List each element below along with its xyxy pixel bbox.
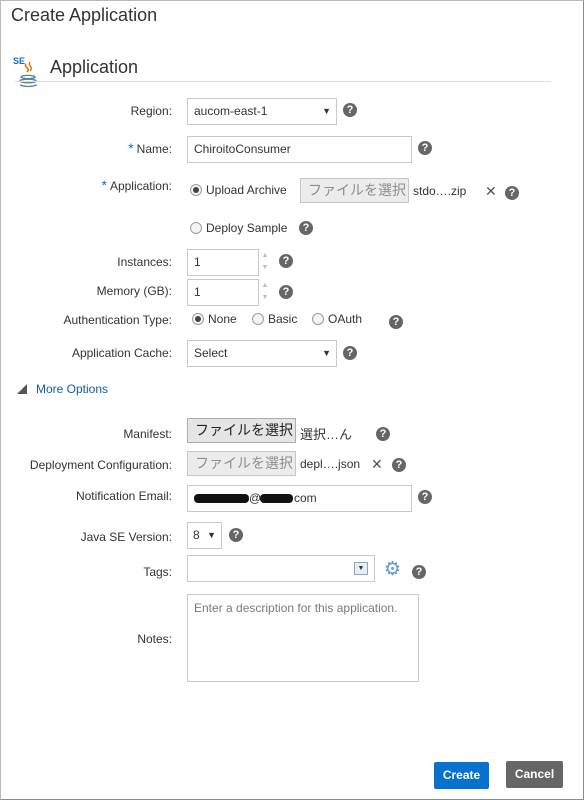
help-icon[interactable]: ? bbox=[389, 315, 403, 329]
tags-field[interactable] bbox=[187, 555, 375, 582]
upload-archive-filename: stdo….zip bbox=[413, 184, 467, 198]
expand-triangle-icon[interactable] bbox=[17, 384, 27, 394]
deployment-config-filename: depl….json bbox=[300, 457, 361, 471]
name-label: * Name: bbox=[128, 140, 172, 156]
notes-label: Notes: bbox=[137, 632, 172, 646]
auth-basic-label: Basic bbox=[268, 312, 298, 326]
java-version-value: 8 bbox=[193, 528, 200, 542]
svg-text:SE: SE bbox=[13, 56, 25, 66]
upload-archive-button[interactable]: ファイルを選択 bbox=[300, 178, 409, 203]
chevron-down-icon[interactable]: ▼ bbox=[259, 262, 271, 274]
java-version-label: Java SE Version: bbox=[80, 530, 172, 544]
chevron-down-icon[interactable]: ▼ bbox=[259, 292, 271, 304]
help-icon[interactable]: ? bbox=[299, 221, 313, 235]
app-cache-select[interactable]: Select ▼ bbox=[187, 340, 337, 367]
redaction-mark bbox=[260, 494, 293, 503]
manifest-file-button[interactable]: ファイルを選択 bbox=[187, 418, 296, 443]
deployment-config-label: Deployment Configuration: bbox=[29, 458, 172, 472]
upload-archive-radio[interactable] bbox=[190, 184, 202, 196]
notification-email-label: Notification Email: bbox=[75, 489, 172, 503]
deployment-config-file-button[interactable]: ファイルを選択 bbox=[187, 451, 296, 476]
upload-archive-label: Upload Archive bbox=[206, 183, 287, 197]
help-icon[interactable]: ? bbox=[343, 103, 357, 117]
deploy-sample-label: Deploy Sample bbox=[206, 221, 288, 235]
dialog-title: Create Application bbox=[11, 5, 158, 25]
gear-icon[interactable]: ⚙ bbox=[384, 560, 401, 579]
redaction-mark bbox=[194, 494, 249, 503]
auth-none-radio[interactable] bbox=[192, 313, 204, 325]
application-label: * Application: bbox=[101, 177, 173, 193]
memory-stepper[interactable]: ▲ ▼ bbox=[259, 280, 271, 305]
chevron-up-icon[interactable]: ▲ bbox=[259, 280, 271, 292]
auth-oauth-radio[interactable] bbox=[312, 313, 324, 325]
instances-label: Instances: bbox=[117, 255, 172, 269]
chevron-down-icon: ▼ bbox=[207, 530, 216, 540]
manifest-label: Manifest: bbox=[123, 427, 172, 441]
region-select[interactable]: aucom-east-1 ▼ bbox=[187, 98, 337, 125]
name-field[interactable]: ChiroitoConsumer bbox=[187, 136, 412, 163]
manifest-filename: 選択…ん bbox=[300, 427, 353, 442]
memory-label: Memory (GB): bbox=[96, 284, 172, 298]
help-icon[interactable]: ? bbox=[279, 254, 293, 268]
close-icon[interactable]: ✕ bbox=[371, 456, 383, 473]
required-marker: * bbox=[128, 140, 134, 156]
close-icon[interactable]: ✕ bbox=[485, 183, 497, 200]
help-icon[interactable]: ? bbox=[505, 186, 519, 200]
chevron-up-icon[interactable]: ▲ bbox=[259, 250, 271, 262]
email-suffix: com bbox=[294, 491, 317, 505]
memory-field[interactable]: 1 bbox=[187, 279, 259, 306]
create-button[interactable]: Create bbox=[434, 762, 489, 789]
region-label: Region: bbox=[130, 104, 172, 118]
section-divider bbox=[15, 81, 551, 82]
auth-basic-radio[interactable] bbox=[252, 313, 264, 325]
help-icon[interactable]: ? bbox=[418, 490, 432, 504]
app-cache-value: Select bbox=[194, 346, 228, 360]
tags-label: Tags: bbox=[143, 565, 172, 579]
instances-stepper[interactable]: ▲ ▼ bbox=[259, 250, 271, 275]
help-icon[interactable]: ? bbox=[392, 458, 406, 472]
java-version-select[interactable]: 8 ▼ bbox=[187, 522, 222, 549]
instances-field[interactable]: 1 bbox=[187, 249, 259, 276]
help-icon[interactable]: ? bbox=[229, 528, 243, 542]
help-icon[interactable]: ? bbox=[279, 285, 293, 299]
notification-email-field[interactable]: @ com bbox=[187, 485, 412, 512]
notes-textarea[interactable]: Enter a description for this application… bbox=[187, 594, 419, 682]
section-title: Application bbox=[50, 57, 139, 77]
java-se-icon: SE bbox=[13, 56, 38, 88]
required-marker: * bbox=[101, 177, 107, 193]
help-icon[interactable]: ? bbox=[376, 427, 390, 441]
cancel-button[interactable]: Cancel bbox=[506, 761, 563, 788]
chevron-down-icon: ▼ bbox=[322, 106, 331, 116]
auth-none-label: None bbox=[208, 312, 237, 326]
help-icon[interactable]: ? bbox=[418, 141, 432, 155]
help-icon[interactable]: ? bbox=[412, 565, 426, 579]
tags-dropdown-icon[interactable]: ▼ bbox=[354, 562, 368, 575]
region-value: aucom-east-1 bbox=[194, 104, 268, 118]
chevron-down-icon: ▼ bbox=[322, 348, 331, 358]
auth-type-label: Authentication Type: bbox=[63, 313, 172, 327]
app-cache-label: Application Cache: bbox=[71, 346, 172, 360]
more-options-link[interactable]: More Options bbox=[36, 382, 108, 396]
auth-oauth-label: OAuth bbox=[328, 312, 363, 326]
help-icon[interactable]: ? bbox=[343, 346, 357, 360]
deploy-sample-radio[interactable] bbox=[190, 222, 202, 234]
